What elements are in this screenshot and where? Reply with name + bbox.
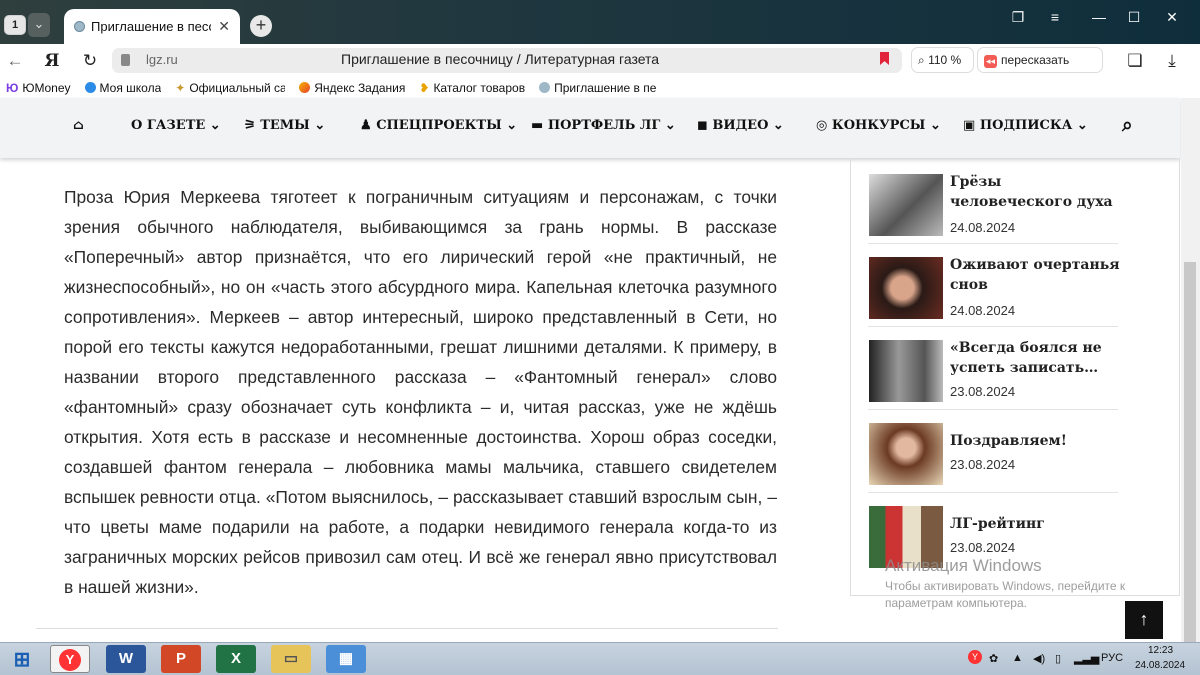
activation-watermark-title: Активация Windows xyxy=(885,556,1042,575)
zoom-button[interactable]: ⌕ 110 % xyxy=(911,47,974,73)
browser-tab-active[interactable]: Приглашение в песочн ✕ xyxy=(64,9,240,44)
article-paragraph: Проза Юрия Меркеева тяготеет к пограничн… xyxy=(64,187,777,597)
news-title[interactable]: «Всегда боялся не успеть записать… xyxy=(950,338,1115,378)
sidebar-news-item[interactable]: Оживают очертанья снов 24.08.2024 xyxy=(868,251,1120,327)
news-title[interactable]: Грёзы человеческого духа xyxy=(950,172,1125,212)
powerpoint-icon[interactable]: P xyxy=(161,645,201,673)
home-icon[interactable]: ⌂ xyxy=(73,118,84,133)
bookmark-priglashenie[interactable]: Приглашение в пе xyxy=(539,81,656,95)
url-text[interactable]: lgz.ru xyxy=(146,52,178,67)
tray-app-icon[interactable]: ✿ xyxy=(989,652,998,665)
tray-volume-icon[interactable]: ◀) xyxy=(1033,652,1045,665)
news-date: 24.08.2024 xyxy=(950,220,1016,235)
start-windows-icon[interactable]: ⊞ xyxy=(2,646,42,674)
bookmark-catalog[interactable]: ❥ Каталог товаров xyxy=(419,81,525,95)
zoom-level: 110 % xyxy=(928,53,962,67)
subscription-icon: ▣ xyxy=(963,118,980,133)
tab-counter[interactable]: 1 xyxy=(4,15,26,35)
retell-label: пересказать xyxy=(1001,53,1070,67)
sidebar-news-item[interactable]: Поздравляем! 23.08.2024 xyxy=(868,417,1118,493)
news-date: 24.08.2024 xyxy=(950,303,1016,318)
nav-o-gazete[interactable]: О ГАЗЕТЕ ⌄ xyxy=(131,118,221,133)
emblem-icon: ✦ xyxy=(175,80,186,95)
yandex-browser-icon: Y xyxy=(59,649,81,671)
lgz-favicon-icon xyxy=(539,82,551,93)
excel-icon[interactable]: X xyxy=(216,645,256,673)
nav-podpiska[interactable]: ▣ ПОДПИСКА ⌄ xyxy=(963,118,1088,133)
search-icon[interactable]: ⌕ xyxy=(1122,114,1133,136)
file-explorer-icon[interactable]: ▭ xyxy=(271,645,311,673)
taskbar-yandex-browser[interactable]: Y xyxy=(50,645,90,673)
bookmark-manager-icon[interactable]: ❐ xyxy=(1004,6,1032,28)
tab-list-chevron-icon[interactable]: ⌄ xyxy=(28,13,50,37)
download-icon[interactable]: ⤓ xyxy=(1161,50,1183,72)
bookmarks-bar: Ю ЮMoney Моя школа ✦ Официальный са Яндекс… xyxy=(0,77,1200,98)
bookmark-official-site[interactable]: ✦ Официальный са xyxy=(175,81,285,95)
gamepad-icon: ◎ xyxy=(816,118,832,133)
news-title[interactable]: ЛГ-рейтинг xyxy=(950,514,1125,534)
rss-icon: ⚞ xyxy=(244,118,261,133)
nav-video[interactable]: ◼ ВИДЕО ⌄ xyxy=(697,118,784,133)
tab-title: Приглашение в песочн xyxy=(91,19,211,34)
nav-konkursy[interactable]: ◎ КОНКУРСЫ ⌄ xyxy=(816,118,941,133)
tray-expand-icon[interactable]: ▲ xyxy=(1012,652,1023,664)
maximize-icon[interactable]: ☐ xyxy=(1120,6,1148,28)
activation-watermark-text: Чтобы активировать Windows, перейдите к … xyxy=(885,579,1126,610)
sidebar-news-item[interactable]: «Всегда боялся не успеть записать… 23.08… xyxy=(868,334,1118,410)
sidebar-news-item[interactable]: Грёзы человеческого духа 24.08.2024 xyxy=(868,168,1118,244)
tray-battery-icon[interactable]: ▯ xyxy=(1055,652,1061,665)
scrollbar-thumb[interactable] xyxy=(1184,262,1196,642)
news-title[interactable]: Оживают очертанья снов xyxy=(950,255,1125,295)
tray-time[interactable]: 12:23 xyxy=(1148,645,1173,656)
scroll-to-top-button[interactable]: ↑ xyxy=(1125,601,1163,639)
news-thumbnail[interactable] xyxy=(869,340,943,402)
nav-portfel[interactable]: ▬ ПОРТФЕЛЬ ЛГ ⌄ xyxy=(531,118,676,133)
lock-icon[interactable] xyxy=(121,54,130,66)
minimize-icon[interactable]: — xyxy=(1085,6,1113,28)
yandex-zadaniya-icon xyxy=(299,82,311,93)
nav-specproekty[interactable]: ♟ СПЕЦПРОЕКТЫ ⌄ xyxy=(360,118,517,133)
reload-icon[interactable]: ↻ xyxy=(79,50,101,72)
page-title: Приглашение в песочницу / Литературная г… xyxy=(341,51,660,67)
news-title[interactable]: Поздравляем! xyxy=(950,431,1125,451)
close-tab-icon[interactable]: ✕ xyxy=(218,18,230,35)
news-date: 23.08.2024 xyxy=(950,540,1016,555)
moya-shkola-icon xyxy=(84,82,96,93)
bookmark-moya-shkola[interactable]: Моя школа xyxy=(84,81,161,95)
content-divider xyxy=(36,628,778,629)
news-thumbnail[interactable] xyxy=(869,423,943,485)
yumoney-icon: Ю xyxy=(6,80,19,95)
close-window-icon[interactable]: ✕ xyxy=(1158,6,1186,28)
tray-yandex-icon[interactable]: Y xyxy=(968,650,982,664)
menu-icon[interactable]: ≡ xyxy=(1041,6,1069,28)
retell-button[interactable]: ◂◂ пересказать xyxy=(977,47,1103,73)
bookmark-yandex-zadaniya[interactable]: Яндекс Задания xyxy=(299,81,405,95)
chess-pawn-icon: ♟ xyxy=(360,118,377,133)
collections-icon[interactable]: ❏ xyxy=(1124,50,1146,72)
new-tab-button[interactable]: + xyxy=(250,15,272,37)
tray-language[interactable]: РУС xyxy=(1101,652,1123,664)
retell-icon: ◂◂ xyxy=(984,55,998,68)
site-favicon-icon xyxy=(74,21,85,32)
catalog-icon: ❥ xyxy=(419,80,430,95)
tray-network-icon[interactable]: ▂▃▅ xyxy=(1074,652,1099,665)
control-panel-icon[interactable]: ▦ xyxy=(326,645,366,673)
video-camera-icon: ◼ xyxy=(697,118,713,133)
nav-temy[interactable]: ⚞ ТЕМЫ ⌄ xyxy=(244,118,325,133)
news-date: 23.08.2024 xyxy=(950,384,1016,399)
zoom-search-icon: ⌕ xyxy=(918,53,929,67)
news-thumbnail[interactable] xyxy=(869,257,943,319)
news-thumbnail[interactable] xyxy=(869,174,943,236)
yandex-logo-icon[interactable]: Я xyxy=(41,50,63,72)
news-date: 23.08.2024 xyxy=(950,457,1016,472)
tray-date[interactable]: 24.08.2024 xyxy=(1135,660,1185,671)
bookmark-yumoney[interactable]: Ю ЮMoney xyxy=(6,81,71,95)
back-arrow-icon[interactable]: ← xyxy=(4,50,26,72)
briefcase-icon: ▬ xyxy=(531,118,548,133)
word-icon[interactable]: W xyxy=(106,645,146,673)
